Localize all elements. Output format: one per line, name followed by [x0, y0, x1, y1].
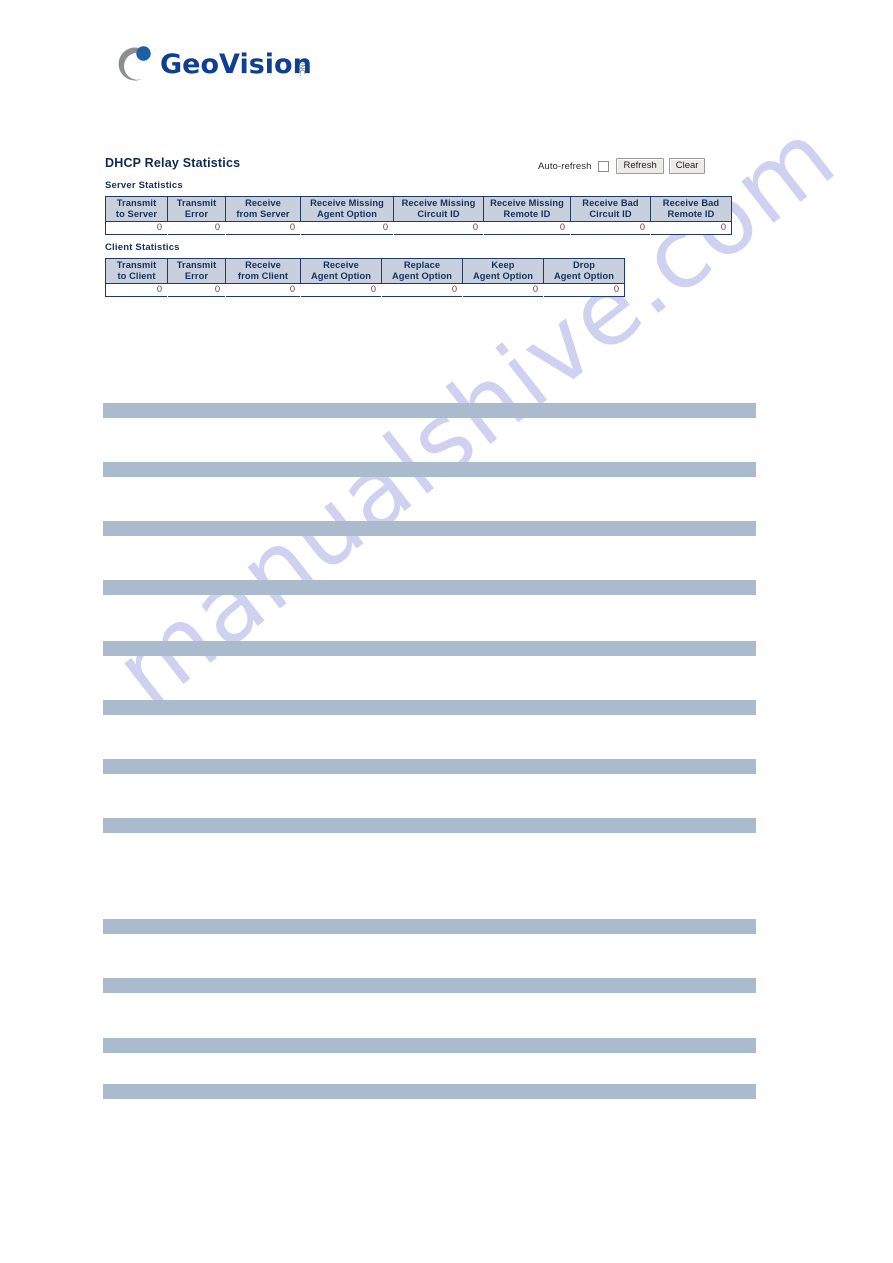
- redaction-bar: [103, 978, 756, 993]
- column-header: Keep Agent Option: [462, 258, 544, 284]
- redaction-bar: [103, 641, 756, 656]
- server-statistics-table: Transmit to Server Transmit Error Receive …: [105, 196, 732, 235]
- redaction-bar: [103, 700, 756, 715]
- stat-value: 0: [167, 221, 226, 235]
- column-header: Receive Bad Remote ID: [650, 196, 732, 222]
- auto-refresh-label: Auto-refresh: [538, 160, 592, 172]
- column-header: Receive from Client: [225, 258, 301, 284]
- logo-dot-shape: [136, 46, 151, 61]
- geovision-logo: GeoVision INC.: [104, 40, 404, 88]
- stat-value: 0: [105, 283, 168, 297]
- table-row: 00000000: [105, 221, 732, 235]
- redaction-bar: [103, 919, 756, 934]
- stat-value: 0: [543, 283, 625, 297]
- server-statistics-title: Server Statistics: [105, 180, 183, 191]
- redaction-bar: [103, 580, 756, 595]
- column-header: Receive Missing Agent Option: [300, 196, 394, 222]
- refresh-button[interactable]: Refresh: [616, 158, 664, 174]
- client-statistics-title: Client Statistics: [105, 242, 180, 253]
- column-header: Receive Missing Circuit ID: [393, 196, 484, 222]
- stat-value: 0: [225, 221, 301, 235]
- toolbar: Auto-refresh Refresh Clear: [538, 158, 706, 174]
- stat-value: 0: [300, 221, 394, 235]
- stat-value: 0: [225, 283, 301, 297]
- redaction-bar: [103, 462, 756, 477]
- stat-value: 0: [167, 283, 226, 297]
- logo-wordmark: GeoVision: [160, 49, 312, 80]
- column-header: Receive Agent Option: [300, 258, 382, 284]
- clear-button[interactable]: Clear: [668, 158, 706, 174]
- page-title: DHCP Relay Statistics: [105, 156, 241, 170]
- column-header: Transmit Error: [167, 196, 226, 222]
- geovision-logo-icon: GeoVision INC.: [118, 46, 312, 81]
- client-statistics-table: Transmit to Client Transmit Error Receive …: [105, 258, 625, 297]
- redaction-bar: [103, 1084, 756, 1099]
- stat-value: 0: [381, 283, 463, 297]
- column-header: Drop Agent Option: [543, 258, 625, 284]
- table-header-row: Transmit to Client Transmit Error Receive …: [105, 258, 625, 284]
- stat-value: 0: [462, 283, 544, 297]
- redaction-bar: [103, 1038, 756, 1053]
- column-header: Transmit to Server: [105, 196, 168, 222]
- stat-value: 0: [300, 283, 382, 297]
- redaction-bar: [103, 759, 756, 774]
- stat-value: 0: [570, 221, 651, 235]
- redaction-bar: [103, 521, 756, 536]
- table-row: 0000000: [105, 283, 625, 297]
- column-header: Replace Agent Option: [381, 258, 463, 284]
- column-header: Receive Bad Circuit ID: [570, 196, 651, 222]
- column-header: Receive from Server: [225, 196, 301, 222]
- stat-value: 0: [650, 221, 732, 235]
- stat-value: 0: [393, 221, 484, 235]
- column-header: Transmit to Client: [105, 258, 168, 284]
- column-header: Transmit Error: [167, 258, 226, 284]
- stat-value: 0: [105, 221, 168, 235]
- table-header-row: Transmit to Server Transmit Error Receive …: [105, 196, 732, 222]
- redaction-bar: [103, 818, 756, 833]
- column-header: Receive Missing Remote ID: [483, 196, 571, 222]
- stat-value: 0: [483, 221, 571, 235]
- auto-refresh-checkbox[interactable]: [598, 160, 610, 172]
- logo-suffix: INC.: [298, 62, 306, 76]
- redaction-bar: [103, 403, 756, 418]
